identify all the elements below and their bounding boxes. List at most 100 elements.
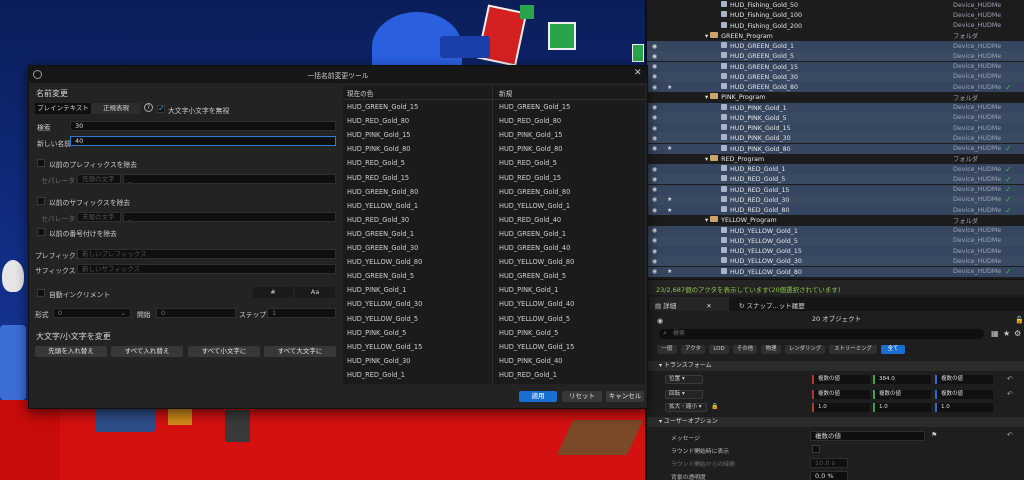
outliner-row[interactable]: ◉ HUD_PINK_Gold_30 Device_HUDMe	[647, 133, 1024, 144]
visibility-eye-icon[interactable]: ◉	[651, 84, 658, 91]
search-input[interactable]: 30	[70, 121, 336, 131]
outliner-row[interactable]: HUD_Fishing_Gold_100 Device_HUDMe	[647, 10, 1024, 20]
case-upper-button[interactable]: すべて大文字に	[264, 346, 336, 357]
visibility-eye-icon[interactable]: ◉	[651, 53, 658, 60]
location-y-field[interactable]: 384.0	[873, 375, 931, 384]
outliner-row[interactable]: ◉ HUD_GREEN_Gold_15 Device_HUDMe	[647, 61, 1024, 72]
rotation-x-field[interactable]: 複数の値	[812, 390, 870, 399]
location-dropdown[interactable]: 位置 ▾	[665, 375, 703, 384]
pin-star-icon[interactable]: ★	[667, 196, 672, 203]
visibility-eye-icon[interactable]: ◉	[651, 248, 658, 255]
outliner-row[interactable]: ◉ HUD_GREEN_Gold_1 Device_HUDMe	[647, 41, 1024, 52]
visibility-eye-icon[interactable]: ◉	[651, 268, 658, 275]
cancel-button[interactable]: キャンセル	[606, 391, 644, 402]
filter-tab[interactable]: その他	[733, 345, 757, 354]
outliner-row[interactable]: ◉ HUD_RED_Gold_1 Device_HUDMe ✓	[647, 164, 1024, 175]
reset-location-icon[interactable]: ↶	[1007, 375, 1013, 383]
rotation-z-field[interactable]: 複数の値	[935, 390, 993, 399]
start-input[interactable]: 0	[156, 308, 236, 318]
case-lower-button[interactable]: すべて小文字に	[188, 346, 260, 357]
filter-tab[interactable]: 物理	[761, 345, 781, 354]
outliner-folder[interactable]: ▾ GREEN_Program フォルダ	[647, 31, 1024, 41]
outliner-row[interactable]: ◉ HUD_YELLOW_Gold_1 Device_HUDMe	[647, 225, 1024, 236]
outliner-row[interactable]: ◉ HUD_YELLOW_Gold_30 Device_HUDMe	[647, 256, 1024, 267]
outliner-row[interactable]: ◉ HUD_PINK_Gold_5 Device_HUDMe	[647, 112, 1024, 123]
close-icon[interactable]: ✕	[634, 68, 642, 78]
filter-tab[interactable]: 一般	[657, 345, 677, 354]
pin-star-icon[interactable]: ★	[667, 207, 672, 214]
visibility-eye-icon[interactable]: ◉	[651, 258, 658, 265]
location-x-field[interactable]: 複数の値	[812, 375, 870, 384]
tab-snapshot-history[interactable]: ↻ スナップ...ット履歴	[733, 297, 825, 311]
outliner-row[interactable]: ◉ ★ HUD_YELLOW_Gold_80 Device_HUDMe ✓	[647, 266, 1024, 277]
leading-chars-input[interactable]: 先頭の文字	[77, 174, 121, 184]
message-field[interactable]: 複数の値	[810, 431, 925, 441]
visibility-eye-icon[interactable]: ◉	[651, 207, 658, 214]
visibility-eye-icon[interactable]: ◉	[651, 145, 658, 152]
outliner-row[interactable]: ◉ HUD_YELLOW_Gold_5 Device_HUDMe	[647, 235, 1024, 246]
case-swap-all-button[interactable]: すべて入れ替え	[111, 346, 183, 357]
show-on-round-start-checkbox[interactable]	[812, 445, 820, 453]
reset-button[interactable]: リセット	[562, 391, 602, 402]
outliner-row[interactable]: ◉ ★ HUD_GREEN_Gold_80 Device_HUDMe ✓	[647, 82, 1024, 93]
outliner-row[interactable]: ◉ HUD_YELLOW_Gold_15 Device_HUDMe	[647, 246, 1024, 257]
visibility-eye-icon[interactable]: ◉	[651, 43, 658, 50]
location-z-field[interactable]: 複数の値	[935, 375, 993, 384]
pin-star-icon[interactable]: ★	[667, 268, 672, 275]
filter-tab[interactable]: 全て	[881, 345, 905, 354]
pin-star-icon[interactable]: ★	[667, 145, 672, 152]
outliner-row[interactable]: HUD_Fishing_Gold_200 Device_HUDMe	[647, 21, 1024, 31]
outliner-row[interactable]: ◉ ★ HUD_RED_Gold_30 Device_HUDMe ✓	[647, 194, 1024, 205]
tab-details[interactable]: ▤ 詳細 ✕	[649, 297, 729, 311]
rotation-dropdown[interactable]: 回転 ▾	[665, 390, 703, 399]
prefix-input[interactable]: 新しいプレフィックス	[77, 249, 336, 259]
auto-increment-checkbox[interactable]	[37, 289, 45, 297]
visibility-eye-icon[interactable]: ◉	[651, 125, 658, 132]
outliner-folder[interactable]: ▾ YELLOW_Program フォルダ	[647, 215, 1024, 225]
section-user-options[interactable]: ▾ ユーザーオプション	[647, 417, 1024, 427]
visibility-eye-icon[interactable]: ◉	[651, 227, 658, 234]
reset-message-icon[interactable]: ↶	[1007, 431, 1013, 439]
reset-rotation-icon[interactable]: ↶	[1007, 390, 1013, 398]
gear-icon[interactable]: ⚙	[1014, 329, 1021, 338]
scale-z-field[interactable]: 1.0	[935, 403, 993, 412]
visibility-eye-icon[interactable]: ◉	[651, 237, 658, 244]
new-name-input[interactable]: 40	[70, 136, 336, 146]
favorite-star-icon[interactable]: ★	[1003, 329, 1010, 338]
outliner-folder[interactable]: ▾ RED_Program フォルダ	[647, 154, 1024, 164]
world-outliner[interactable]: HUD_Fishing_Gold_50 Device_HUDMe HUD_Fishi…	[645, 0, 1024, 297]
pin-star-icon[interactable]: ★	[667, 84, 672, 91]
format-select[interactable]: 0 ⌄	[53, 308, 131, 318]
filter-tab[interactable]: アクタ	[681, 345, 705, 354]
filter-tab[interactable]: LOD	[709, 345, 729, 354]
suffix-input[interactable]: 新しいサフィックス	[77, 264, 336, 274]
scale-lock-icon[interactable]: 🔒	[711, 403, 718, 410]
visibility-eye-icon[interactable]: ◉	[651, 135, 658, 142]
outliner-row[interactable]: ◉ HUD_GREEN_Gold_5 Device_HUDMe	[647, 51, 1024, 62]
increment-numeric-button[interactable]: #	[253, 287, 293, 298]
suffix-separator-input[interactable]: _	[123, 212, 336, 222]
filter-tab[interactable]: ストリーミング	[829, 345, 877, 354]
details-search-input[interactable]: 検索	[659, 329, 984, 339]
remove-prefix-checkbox[interactable]	[37, 159, 45, 167]
opacity-field[interactable]: 0.0 %	[810, 471, 848, 480]
outliner-row[interactable]: ◉ HUD_RED_Gold_15 Device_HUDMe ✓	[647, 184, 1024, 195]
scale-dropdown[interactable]: 拡大・縮小 ▾	[665, 403, 707, 412]
outliner-row[interactable]: ◉ HUD_RED_Gold_5 Device_HUDMe ✓	[647, 174, 1024, 185]
apply-button[interactable]: 適用	[519, 391, 557, 402]
scale-x-field[interactable]: 1.0	[812, 403, 870, 412]
section-transform[interactable]: ▾ トランスフォーム	[647, 361, 1024, 371]
close-icon[interactable]: ✕	[706, 302, 711, 310]
outliner-row[interactable]: ◉ HUD_PINK_Gold_15 Device_HUDMe	[647, 123, 1024, 134]
help-icon[interactable]: ?	[144, 103, 153, 112]
remove-suffix-checkbox[interactable]	[37, 197, 45, 205]
visibility-eye-icon[interactable]: ◉	[651, 104, 658, 111]
case-first-button[interactable]: 先頭を入れ替え	[35, 346, 107, 357]
outliner-folder[interactable]: ▾ PINK_Program フォルダ	[647, 92, 1024, 102]
lock-icon[interactable]: 🔓	[1015, 316, 1024, 324]
dialog-titlebar[interactable]: 一括名前変更ツール ✕	[29, 66, 647, 83]
visibility-eye-icon[interactable]: ◉	[651, 176, 658, 183]
remove-numbering-checkbox[interactable]	[37, 228, 45, 236]
outliner-row[interactable]: ◉ HUD_PINK_Gold_1 Device_HUDMe	[647, 102, 1024, 113]
scale-y-field[interactable]: 1.0	[873, 403, 931, 412]
